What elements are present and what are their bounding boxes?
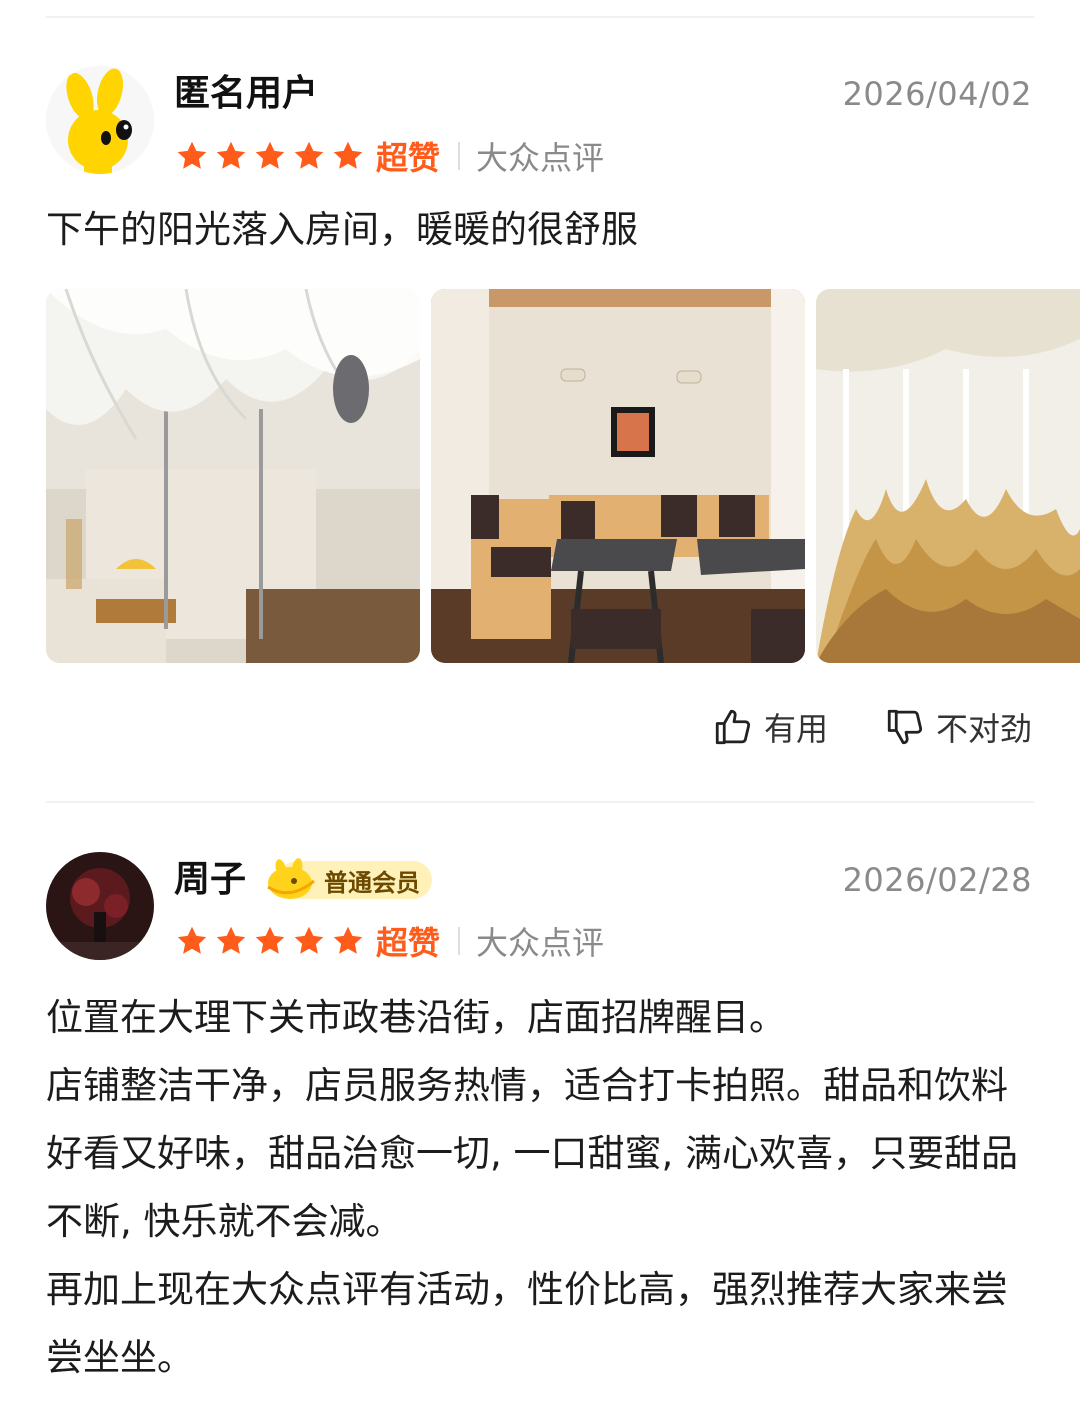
review-text-line: 位置在大理下关市政巷沿街，店面招牌醒目。 [46, 996, 786, 1039]
rating-row: 超赞 大众点评 [174, 134, 604, 178]
review-text-line: 店铺整洁干净，店员服务热情，适合打卡拍照。甜品和饮料好看又好味，甜品治愈一切, … [46, 1064, 1019, 1243]
rating-row: 超赞 大众点评 [174, 919, 604, 963]
rating-word: 超赞 [376, 924, 441, 962]
useful-label: 有用 [763, 710, 828, 748]
star-rating [174, 923, 366, 959]
review-date: 2026/02/28 [842, 861, 1032, 899]
member-badge: 普通会员 [264, 858, 432, 900]
star-icon [255, 141, 285, 169]
avatar[interactable] [46, 66, 154, 174]
star-icon [255, 926, 285, 954]
avatar-image [46, 852, 154, 960]
review-text-line: 再加上现在大众点评有活动，性价比高，强烈推荐大家来尝尝坐坐。 [46, 1268, 1008, 1379]
review-photo[interactable] [816, 289, 1080, 663]
star-icon [333, 926, 363, 954]
review-date: 2026/04/02 [842, 75, 1032, 113]
star-rating [174, 138, 366, 174]
star-icon [294, 141, 324, 169]
review-text: 位置在大理下关市政巷沿街，店面招牌醒目。 店铺整洁干净，店员服务热情，适合打卡拍… [46, 984, 1036, 1392]
username[interactable]: 匿名用户 [174, 72, 318, 116]
star-icon [177, 926, 207, 954]
review-text-line: 下午的阳光落入房间，暖暖的很舒服 [46, 208, 638, 251]
top-divider [46, 16, 1034, 18]
useful-button[interactable]: 有用 [712, 704, 828, 750]
separator [458, 927, 461, 955]
star-icon [294, 926, 324, 954]
rating-word: 超赞 [376, 139, 441, 177]
member-badge-icon [267, 858, 315, 899]
avatar-image [46, 66, 154, 174]
review-photo[interactable] [431, 289, 805, 663]
review-source: 大众点评 [476, 139, 605, 177]
review-text: 下午的阳光落入房间，暖暖的很舒服 [46, 196, 1036, 264]
star-icon [216, 926, 246, 954]
review-source: 大众点评 [476, 924, 605, 962]
separator [458, 142, 461, 170]
wrong-button[interactable]: 不对劲 [884, 704, 1032, 750]
avatar[interactable] [46, 852, 154, 960]
review-actions: 有用 不对劲 [712, 704, 1032, 750]
star-icon [333, 141, 363, 169]
photo-strip[interactable] [46, 289, 1080, 663]
thumbs-down-icon [887, 709, 923, 745]
review-divider [46, 801, 1034, 803]
thumbs-up-icon [715, 709, 751, 745]
wrong-label: 不对劲 [935, 710, 1032, 748]
username[interactable]: 周子 [174, 858, 246, 902]
star-icon [177, 141, 207, 169]
star-icon [216, 141, 246, 169]
review-photo[interactable] [46, 289, 420, 663]
